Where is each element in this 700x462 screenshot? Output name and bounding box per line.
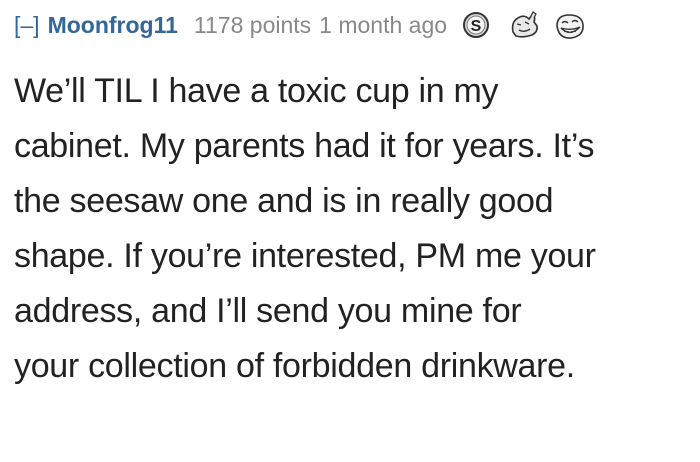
comment-line: your collection of forbidden drinkware. — [14, 347, 575, 385]
comment: [–] Moonfrog11 1178 points 1 month ago S… — [14, 8, 694, 394]
troll-face-icon — [556, 14, 584, 39]
comment-line: shape. If you’re interested, PM me your — [14, 237, 596, 275]
svg-text:S: S — [471, 18, 482, 35]
comment-tagline: [–] Moonfrog11 1178 points 1 month ago S — [14, 8, 694, 42]
comment-line: address, and I’ll send you mine for — [14, 292, 522, 330]
collapse-toggle[interactable]: [–] — [14, 8, 40, 42]
comment-score: 1178 points — [193, 12, 312, 38]
thumbs-up-meme-icon — [511, 11, 538, 38]
silver-s-badge-icon: S — [463, 12, 490, 38]
comment-body: We’ll TIL I have a toxic cup in my cabin… — [14, 64, 690, 394]
comment-line: cabinet. My parents had it for years. It… — [14, 127, 595, 165]
comment-line: We’ll TIL I have a toxic cup in my — [14, 72, 499, 110]
author-link[interactable]: Moonfrog11 — [48, 8, 178, 42]
comment-line: the seesaw one and is in really good — [14, 182, 554, 220]
comment-time[interactable]: 1 month ago — [319, 8, 447, 42]
